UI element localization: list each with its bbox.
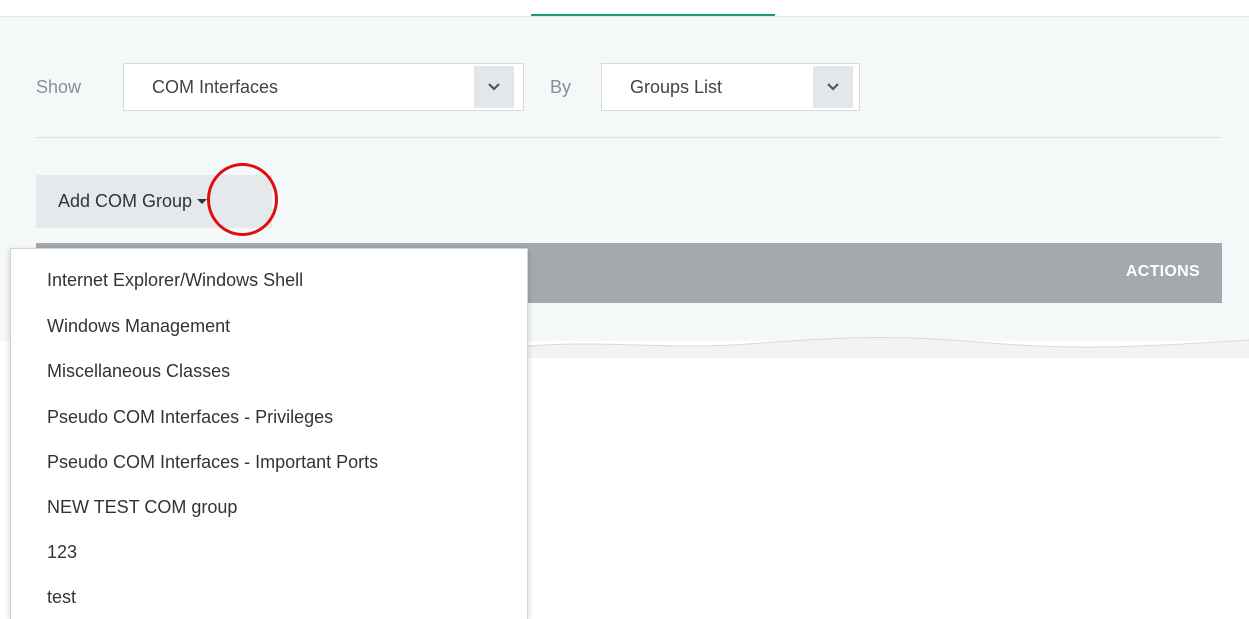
menu-item-windows-management[interactable]: Windows Management <box>47 316 230 337</box>
add-com-group-label: Add COM Group <box>58 191 193 211</box>
torn-edge-decoration <box>528 337 1249 358</box>
by-select[interactable]: Groups List <box>601 63 860 111</box>
menu-item-123[interactable]: 123 <box>47 542 77 563</box>
show-select[interactable]: COM Interfaces <box>123 63 524 111</box>
show-select-value: COM Interfaces <box>152 77 279 97</box>
menu-item-miscellaneous-classes[interactable]: Miscellaneous Classes <box>47 361 230 382</box>
show-label: Show <box>36 77 82 97</box>
menu-item-pseudo-com-important-ports[interactable]: Pseudo COM Interfaces - Important Ports <box>47 452 378 473</box>
menu-item-pseudo-com-privileges[interactable]: Pseudo COM Interfaces - Privileges <box>47 407 333 428</box>
by-select-value: Groups List <box>630 77 723 97</box>
caret-down-icon <box>197 199 208 204</box>
chevron-down-icon[interactable] <box>813 66 853 108</box>
chevron-down-icon[interactable] <box>474 66 514 108</box>
actions-column-header: ACTIONS <box>1125 263 1200 280</box>
menu-item-test[interactable]: test <box>47 587 76 608</box>
by-label: By <box>550 77 572 97</box>
section-divider <box>36 137 1222 138</box>
menu-item-internet-explorer-windows-shell[interactable]: Internet Explorer/Windows Shell <box>47 270 303 291</box>
add-com-group-button[interactable]: Add COM Group <box>36 175 272 228</box>
add-com-group-dropdown: Internet Explorer/Windows Shell Windows … <box>10 248 528 619</box>
menu-item-new-test-com-group[interactable]: NEW TEST COM group <box>47 497 237 518</box>
